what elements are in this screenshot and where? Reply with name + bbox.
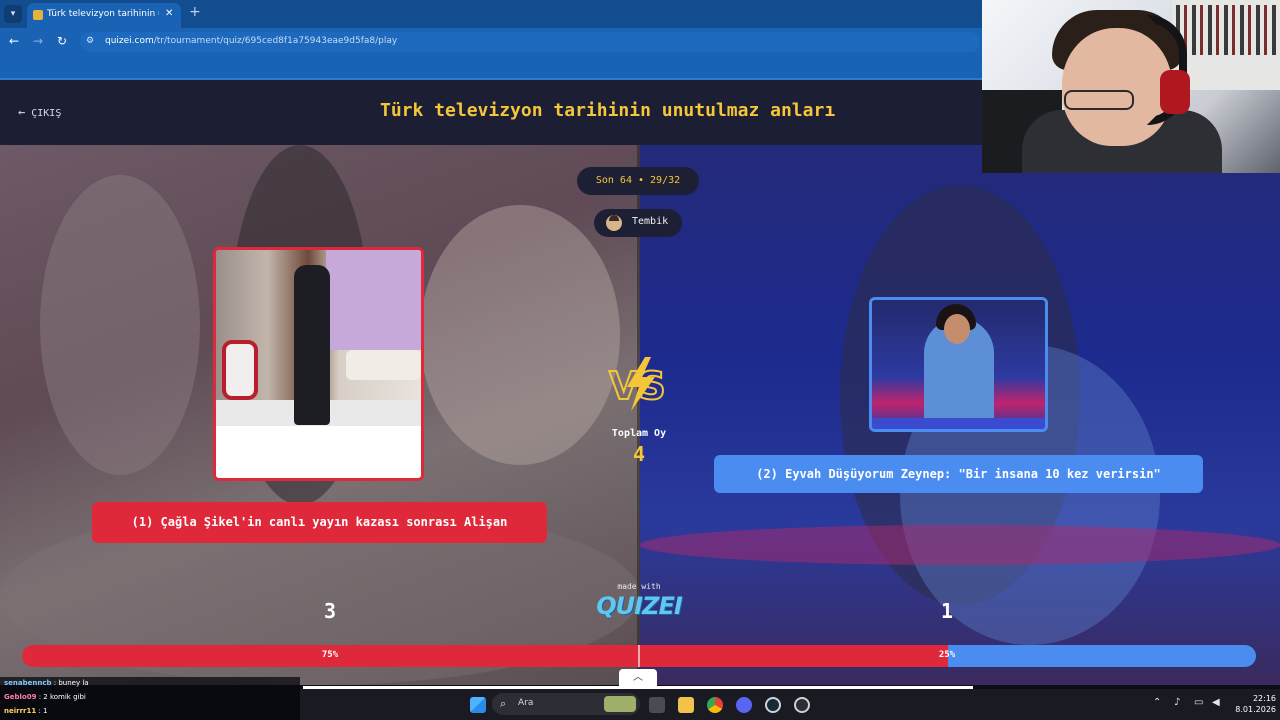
left-vote-count: 3 [323,599,337,623]
left-option-image [216,250,421,426]
made-with-text: made with [617,582,661,591]
arrow-left-icon: ← [18,105,26,119]
search-placeholder: Ara [518,698,534,708]
left-option-label[interactable]: (1) Çağla Şikel'in canlı yayın kazası so… [92,502,547,543]
user-name: Tembik [632,216,669,227]
bookmarks-bar [0,56,982,80]
right-option-card[interactable] [869,297,1048,432]
search-icon: ⌕ [500,697,507,710]
quizei-logo[interactable]: QUIZEI [592,592,686,620]
round-badge: Son 64 • 29/32 [577,167,699,195]
right-percent: 25% [938,650,956,660]
forward-icon[interactable]: → [33,34,43,48]
tab-search-icon[interactable]: ▾ [4,5,22,23]
chat-message: senabenncb : buney la [4,679,89,687]
quiz-title: Türk televizyon tarihinin unutulmaz anla… [380,100,836,121]
obs-icon[interactable] [794,697,810,713]
left-option-card[interactable] [213,247,424,481]
steam-icon[interactable] [765,697,781,713]
close-tab-icon[interactable]: ✕ [165,8,173,19]
clock-date: 8.01.2026 [1235,705,1276,714]
bar-center-marker [638,645,640,667]
site-info-icon[interactable]: ⚙ [86,36,94,46]
reload-icon[interactable]: ↻ [57,34,67,48]
url-bar[interactable]: ⚙ quizei.com/tr/tournament/quiz/695ced8f… [80,32,980,52]
start-icon[interactable] [470,697,486,713]
chat-message: Geblo09 : 2 komik gibi [4,693,86,701]
total-votes-label: Toplam Oy [611,428,667,439]
avatar [606,215,622,231]
favicon-icon [33,10,43,20]
url-text: quizei.com/tr/tournament/quiz/695ced8f1a… [105,36,398,46]
quiz-header: ← ÇIKIŞ Türk televizyon tarihinin unutulm… [0,80,982,145]
screen: ▾ Türk televizyon tarihinin unutulr ✕ + … [0,0,1280,720]
chrome-icon[interactable] [707,697,723,713]
volume-icon[interactable]: ◀ [1212,697,1220,708]
tab-title: Türk televizyon tarihinin unutulr [47,9,159,19]
versus-icon: VS [608,357,667,411]
chevron-up-icon[interactable]: ︿ [619,669,657,687]
discord-icon[interactable] [736,697,752,713]
tray-chevron-icon[interactable]: ⌃ [1153,697,1161,708]
left-percent: 75% [321,650,339,660]
microphone-icon[interactable]: ♪ [1174,697,1180,708]
stream-chat: senabenncb : buney la Geblo09 : 2 komik … [0,677,300,720]
back-icon[interactable]: ← [9,34,19,48]
chat-message: neirrr11 : 1 [4,707,48,715]
windows-taskbar: ⌕ Ara ⌃ ♪ ▭ ◀ 22:16 8.01.2026 [300,689,1280,720]
exit-button[interactable]: ← ÇIKIŞ [18,105,61,119]
right-option-image [872,300,1045,429]
vote-split-bar: 75% 25% [22,645,1256,667]
browser-tabstrip: ▾ Türk televizyon tarihinin unutulr ✕ + [0,0,982,28]
taskbar-search[interactable]: ⌕ Ara [492,693,640,715]
address-toolbar: ← → ↻ ⚙ quizei.com/tr/tournament/quiz/69… [0,28,982,56]
new-tab-icon[interactable]: + [189,4,201,20]
total-votes-value: 4 [632,442,646,466]
user-badge: Tembik [594,209,682,237]
webcam-overlay [982,0,1280,173]
task-view-icon[interactable] [649,697,665,713]
file-explorer-icon[interactable] [678,697,694,713]
clock-time: 22:16 [1252,694,1276,703]
right-vote-count: 1 [940,599,954,623]
search-highlight-image [604,696,636,712]
system-clock[interactable]: 22:16 8.01.2026 [1230,693,1276,715]
left-vote-fill [22,645,948,667]
right-option-label[interactable]: (2) Eyvah Düşüyorum Zeynep: "Bir insana … [714,455,1203,493]
matchup-arena: Son 64 • 29/32 Tembik (1) Çağla Şikel'in… [0,145,1280,685]
network-icon[interactable]: ▭ [1194,697,1203,708]
browser-tab[interactable]: Türk televizyon tarihinin unutulr ✕ [27,3,181,28]
